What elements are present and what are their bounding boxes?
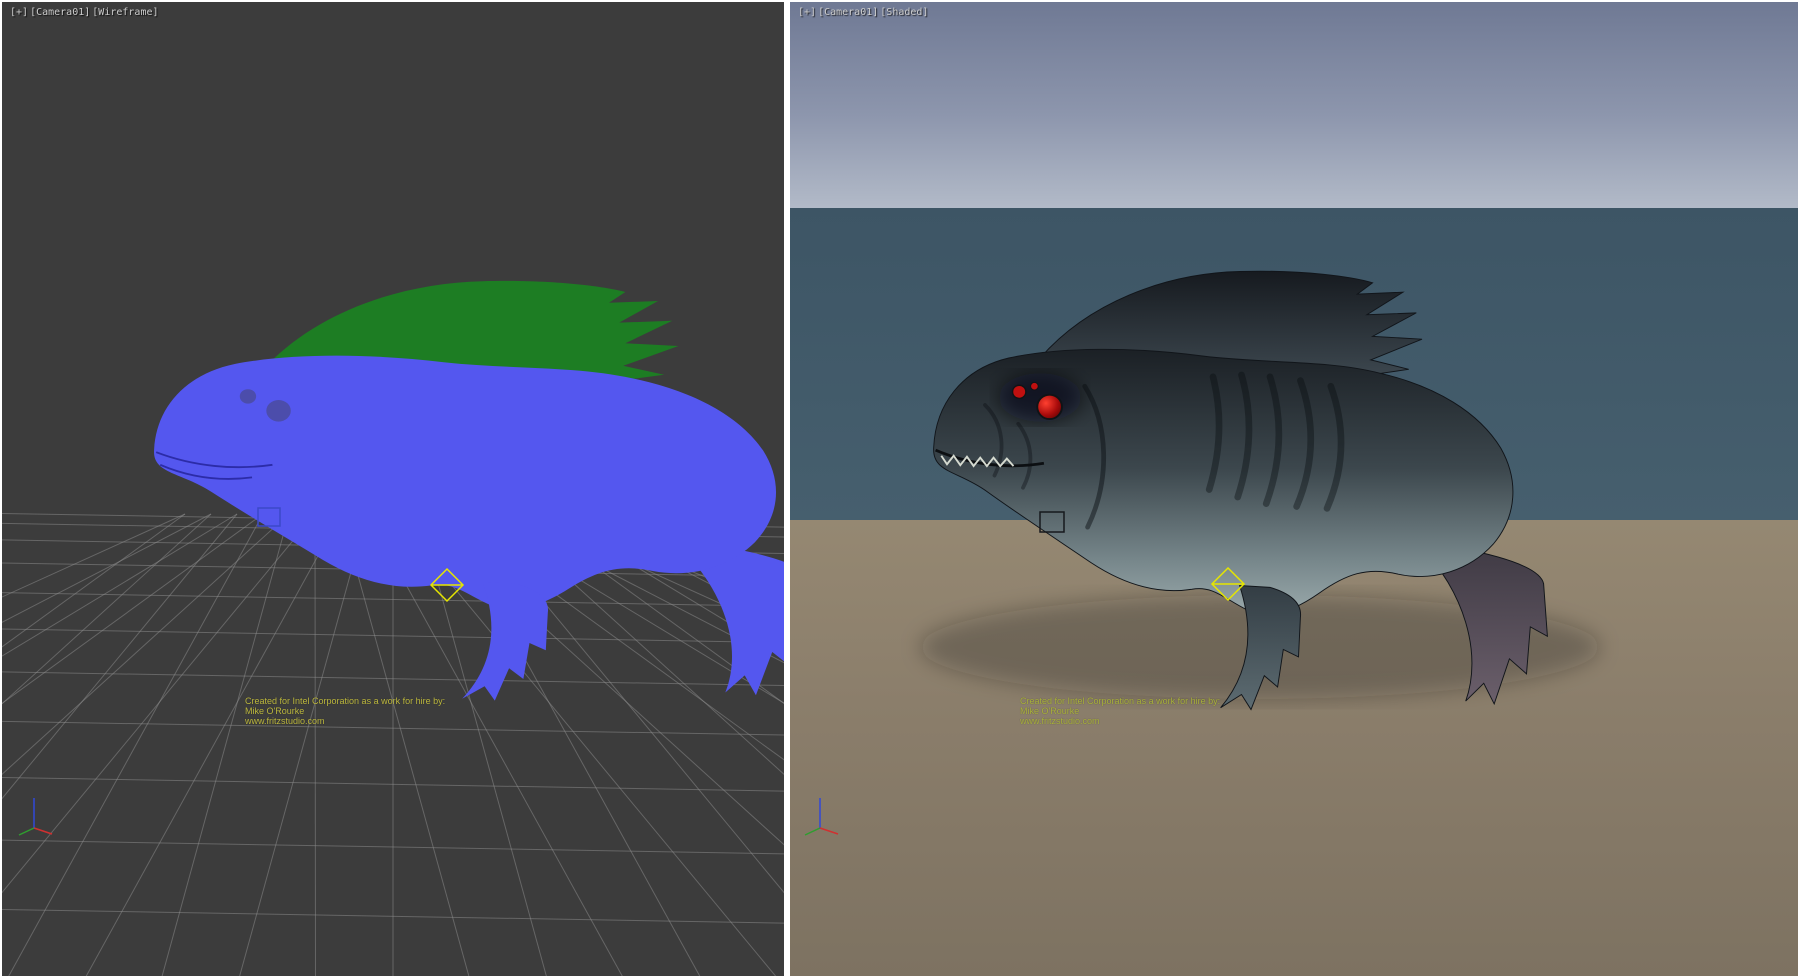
- annotation-line-2: Mike O'Rourke: [1020, 706, 1280, 716]
- viewport-shaded[interactable]: [+][Camera01][Shaded] Created for Intel …: [790, 2, 1798, 976]
- viewport-menu-general[interactable]: [+]: [798, 7, 816, 18]
- axis-y: [19, 828, 34, 835]
- copyright-annotation: Created for Intel Corporation as a work …: [1020, 696, 1280, 726]
- axis-tripod-icon: [14, 790, 58, 838]
- axis-x: [34, 828, 52, 834]
- viewport-menu-shading[interactable]: [Wireframe]: [92, 7, 158, 18]
- transform-gizmo[interactable]: [2, 2, 784, 976]
- viewport-wireframe[interactable]: [+][Camera01][Wireframe] Created for Int…: [2, 2, 784, 976]
- annotation-line-1: Created for Intel Corporation as a work …: [1020, 696, 1280, 706]
- viewport-label: [+][Camera01][Shaded]: [798, 7, 930, 18]
- axis-y: [805, 828, 820, 835]
- viewport-menu-shading[interactable]: [Shaded]: [880, 7, 928, 18]
- annotation-line-3: www.fritzstudio.com: [1020, 716, 1280, 726]
- copyright-annotation: Created for Intel Corporation as a work …: [245, 696, 505, 726]
- viewport-layout: [+][Camera01][Wireframe] Created for Int…: [0, 0, 1800, 978]
- annotation-line-3: www.fritzstudio.com: [245, 716, 505, 726]
- axis-tripod-icon: [800, 790, 844, 838]
- viewport-label: [+][Camera01][Wireframe]: [10, 7, 161, 18]
- annotation-line-1: Created for Intel Corporation as a work …: [245, 696, 505, 706]
- axis-x: [820, 828, 838, 834]
- viewport-menu-pov[interactable]: [Camera01]: [30, 7, 90, 18]
- viewport-menu-pov[interactable]: [Camera01]: [818, 7, 878, 18]
- viewport-menu-general[interactable]: [+]: [10, 7, 28, 18]
- transform-gizmo[interactable]: [790, 2, 1798, 976]
- annotation-line-2: Mike O'Rourke: [245, 706, 505, 716]
